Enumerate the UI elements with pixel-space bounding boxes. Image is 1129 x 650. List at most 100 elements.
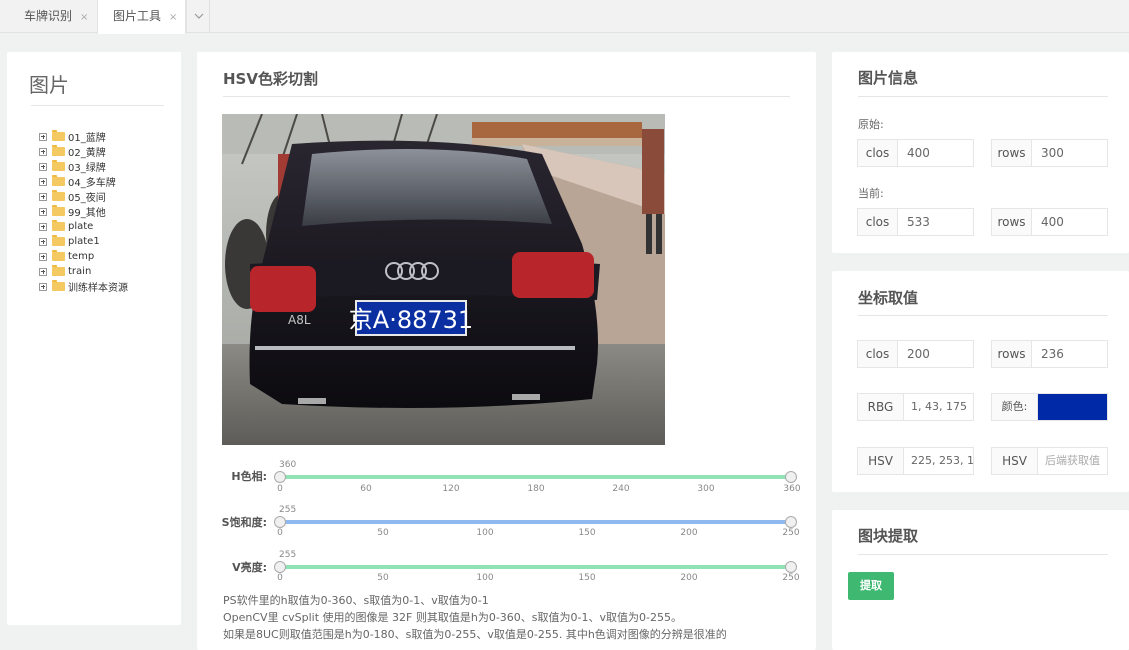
panel-title: HSV色彩切割	[223, 70, 318, 88]
tick-label: 60	[360, 484, 372, 494]
tab-bar: 车牌识别 × 图片工具 ×	[0, 0, 1129, 34]
tree-item[interactable]: 01_蓝牌	[39, 129, 128, 144]
tree-item-label: 04_多车牌	[68, 178, 116, 189]
expand-icon[interactable]	[39, 192, 47, 201]
hue-slider-knob-max[interactable]	[785, 471, 797, 483]
coord-rows-field: rows 236	[991, 340, 1108, 368]
expand-icon[interactable]	[39, 132, 47, 141]
brightness-slider-track[interactable]	[280, 565, 791, 569]
hue-label: H色相:	[231, 470, 267, 483]
tab-plate-recognition[interactable]: 车牌识别 ×	[0, 0, 97, 33]
field-label: rows	[992, 209, 1032, 235]
hsv-panel: HSV色彩切割 京A·88731 A8L H色相: 360 0 60 120 1…	[197, 52, 816, 650]
tree-item-label: 01_蓝牌	[68, 133, 106, 144]
tree-item[interactable]: train	[39, 264, 128, 279]
original-rows-field: rows 300	[991, 139, 1108, 167]
tick-label: 150	[578, 528, 596, 538]
expand-icon[interactable]	[39, 162, 47, 171]
expand-icon[interactable]	[39, 207, 47, 216]
brightness-slider-knob-max[interactable]	[785, 561, 797, 573]
panel-title: 坐标取值	[858, 289, 919, 307]
tick-label: 100	[476, 528, 494, 538]
expand-icon[interactable]	[39, 252, 47, 261]
folder-tree: 01_蓝牌 02_黄牌 03_绿牌 04_多车牌 05_夜间 99_其他 pla…	[39, 129, 128, 294]
coord-clos-field: clos 200	[857, 340, 974, 368]
current-clos-field: clos 533	[857, 208, 974, 236]
tick-label: 180	[527, 484, 545, 494]
field-value[interactable]: 1, 43, 175	[904, 394, 973, 420]
extract-button[interactable]: 提取	[848, 572, 894, 600]
field-label: RBG	[858, 394, 904, 420]
tree-item[interactable]: 02_黄牌	[39, 144, 128, 159]
hue-value: 360	[279, 460, 297, 470]
divider	[31, 105, 164, 106]
expand-icon[interactable]	[39, 222, 47, 231]
saturation-slider-knob-min[interactable]	[274, 516, 286, 528]
tick-label: 0	[277, 484, 283, 494]
field-value[interactable]: 236	[1032, 341, 1107, 367]
coords-panel: 坐标取值 clos 200 rows 236 RBG 1, 43, 175 颜色…	[832, 271, 1129, 492]
divider	[223, 96, 790, 97]
tree-item-label: 99_其他	[68, 208, 106, 219]
hue-slider-row: H色相: 360 0 60 120 180 240 300 360	[197, 460, 816, 500]
image-info-panel: 图片信息 原始: clos 400 rows 300 当前: clos 533 …	[832, 52, 1129, 253]
tree-item[interactable]: 05_夜间	[39, 189, 128, 204]
field-value[interactable]: 200	[898, 341, 973, 367]
car-photo-image: 京A·88731 A8L	[222, 114, 665, 445]
car-photo[interactable]: 京A·88731 A8L	[222, 114, 665, 445]
image-tree-panel: 图片 01_蓝牌 02_黄牌 03_绿牌 04_多车牌 05_夜间 99_其他 …	[7, 52, 181, 625]
field-label: rows	[992, 140, 1032, 166]
tab-close-icon[interactable]: ×	[80, 12, 88, 23]
folder-icon	[52, 175, 65, 186]
tree-item[interactable]: 03_绿牌	[39, 159, 128, 174]
saturation-slider-row: S饱和度: 255 0 50 100 150 200 250	[197, 505, 816, 545]
tree-item[interactable]: 99_其他	[39, 204, 128, 219]
tree-item[interactable]: 04_多车牌	[39, 174, 128, 189]
color-swatch	[1038, 394, 1107, 420]
tree-item-label: train	[68, 266, 92, 277]
tick-label: 150	[578, 573, 596, 583]
saturation-value: 255	[279, 505, 297, 515]
svg-text:A8L: A8L	[288, 313, 311, 327]
field-value[interactable]: 533	[898, 209, 973, 235]
tree-item-label: 05_夜间	[68, 193, 106, 204]
tick-label: 100	[476, 573, 494, 583]
tree-item[interactable]: plate	[39, 219, 128, 234]
tree-item[interactable]: plate1	[39, 234, 128, 249]
tab-image-tools[interactable]: 图片工具 ×	[97, 0, 186, 34]
tick-label: 250	[782, 573, 800, 583]
note-text: PS软件里的h取值为0-360、s取值为0-1、v取值为0-1	[223, 594, 489, 607]
folder-icon	[52, 235, 65, 246]
tree-item[interactable]: temp	[39, 249, 128, 264]
expand-icon[interactable]	[39, 267, 47, 276]
field-label: 颜色:	[992, 394, 1038, 420]
expand-icon[interactable]	[39, 147, 47, 156]
tab-label: 图片工具	[113, 9, 162, 23]
brightness-slider-knob-min[interactable]	[274, 561, 286, 573]
saturation-slider-track[interactable]	[280, 520, 791, 524]
expand-icon[interactable]	[39, 282, 47, 291]
field-value[interactable]: 300	[1032, 140, 1107, 166]
saturation-slider-knob-max[interactable]	[785, 516, 797, 528]
tab-more-button[interactable]	[186, 0, 210, 33]
color-field: 颜色:	[991, 393, 1108, 421]
tree-item-label: plate	[68, 221, 94, 232]
rbg-field: RBG 1, 43, 175	[857, 393, 974, 421]
expand-icon[interactable]	[39, 177, 47, 186]
field-value[interactable]: 400	[898, 140, 973, 166]
tab-label: 车牌识别	[24, 9, 73, 23]
folder-icon	[52, 145, 65, 156]
tree-item[interactable]: 训练样本资源	[39, 279, 128, 294]
tab-close-icon[interactable]: ×	[169, 12, 177, 23]
field-placeholder[interactable]: 后端获取值	[1038, 448, 1107, 474]
tick-label: 250	[782, 528, 800, 538]
tick-label: 200	[680, 528, 698, 538]
folder-icon	[52, 130, 65, 141]
tree-item-label: plate1	[68, 236, 100, 247]
hue-slider-knob-min[interactable]	[274, 471, 286, 483]
hue-slider-track[interactable]	[280, 475, 791, 479]
field-value[interactable]: 400	[1032, 209, 1107, 235]
brightness-value: 255	[279, 550, 297, 560]
expand-icon[interactable]	[39, 237, 47, 246]
field-value[interactable]: 225, 253, 175	[904, 448, 973, 474]
